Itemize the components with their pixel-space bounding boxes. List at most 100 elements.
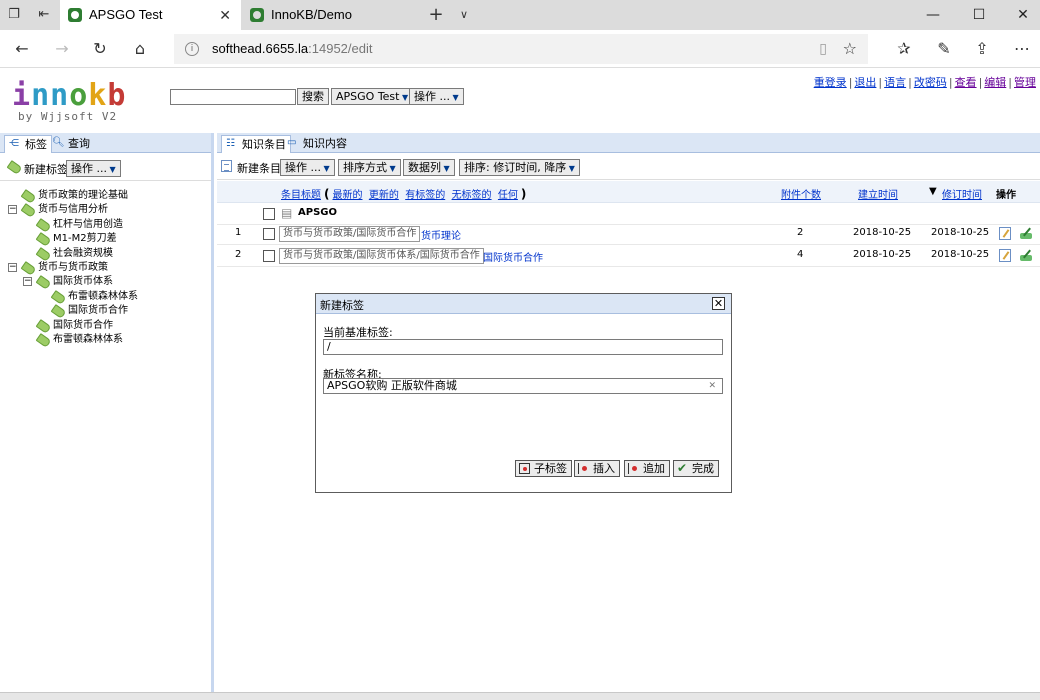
insert-icon (578, 463, 589, 474)
window-close-icon[interactable]: ✕ (1000, 0, 1040, 30)
group-checkbox[interactable] (263, 208, 275, 220)
row-checkbox[interactable] (263, 228, 275, 240)
forward-arrow-icon[interactable]: → (50, 38, 74, 60)
insert-button[interactable]: 插入 (574, 460, 620, 477)
group-row: ▤ APSGO (217, 203, 1040, 225)
row-checkbox[interactable] (263, 250, 275, 262)
innokb-favicon-icon (68, 8, 82, 22)
item-ops-select[interactable]: 操作 ... (280, 159, 335, 176)
share-icon[interactable]: ⇪ (970, 38, 994, 60)
clear-input-icon[interactable]: ✕ (708, 379, 716, 393)
sort-by-title-link[interactable]: 条目标题 (281, 190, 321, 201)
site-info-icon[interactable]: i (185, 42, 199, 56)
edit-item-icon[interactable] (999, 249, 1011, 262)
table-row[interactable]: 1 货币与货币政策/国际货币合作 货币理论 2 2018-10-25 2018-… (217, 223, 1040, 245)
view-link[interactable]: 查看 (955, 76, 977, 89)
filter-untagged-link[interactable]: 无标签的 (452, 190, 492, 201)
new-item-button[interactable]: 新建条目 (221, 160, 281, 176)
tag-icon (35, 275, 52, 290)
tab-tags[interactable]: ⋲ 标签 (4, 135, 52, 153)
browser-tab[interactable]: InnoKB/Demo (242, 0, 419, 30)
group-label: APSGO (298, 207, 337, 218)
tree-node-label: 货币与信用分析 (38, 204, 108, 215)
table-row[interactable]: 2 货币与货币政策/国际货币体系/国际货币合作 国际货币合作 4 2018-10… (217, 245, 1040, 267)
row-modified: 2018-10-25 (931, 227, 990, 238)
edit-link[interactable]: 编辑 (984, 76, 1006, 89)
tab-query[interactable]: 🔍︎ 查询 (48, 135, 94, 153)
favorite-star-icon[interactable]: ☆ (843, 39, 857, 58)
sort-mode-select[interactable]: 排序方式 (338, 159, 401, 176)
filter-newest-link[interactable]: 最新的 (332, 190, 362, 201)
new-tag-button[interactable]: 新建标签 (6, 160, 68, 177)
reading-view-icon[interactable]: ▯ (819, 41, 827, 57)
tree-collapse-toggle[interactable]: − (8, 205, 17, 214)
columns-select[interactable]: 数据列 (403, 159, 455, 176)
relogin-link[interactable]: 重登录 (814, 76, 847, 89)
tab-knowledge-content[interactable]: ▭ 知识内容 (283, 135, 351, 153)
append-button[interactable]: 追加 (624, 460, 670, 477)
new-tab-icon[interactable]: + (428, 6, 444, 24)
tree-node-label: 国际货币合作 (53, 320, 113, 331)
magnifier-icon: 🔍︎ (52, 137, 65, 148)
dialog-close-icon[interactable]: ✕ (712, 297, 725, 310)
dialog-title: 新建标签 (320, 299, 364, 312)
ops-select[interactable]: 操作 ... (409, 88, 464, 105)
row-attachments: 4 (797, 249, 804, 260)
favorites-hub-icon[interactable]: ✰ (892, 38, 916, 60)
done-button[interactable]: ✔ 完成 (673, 460, 719, 477)
edit-item-icon[interactable] (999, 227, 1011, 240)
page-icon: ▭ (287, 137, 297, 148)
close-tab-icon[interactable]: ✕ (219, 0, 231, 30)
new-tag-icon (6, 160, 23, 175)
web-note-pen-icon[interactable]: ✎ (932, 38, 956, 60)
language-link[interactable]: 语言 (884, 76, 906, 89)
browser-tab-active[interactable]: APSGO Test ✕ (60, 0, 241, 30)
row-title-link[interactable]: 货币理论 (421, 227, 461, 242)
left-panel: ⋲ 标签 🔍︎ 查询 新建标签 操作 ... 货币政策的理论基础 − 货币与信用分析… (0, 133, 214, 695)
filter-updated-link[interactable]: 更新的 (369, 190, 399, 201)
paren-open: ( (324, 187, 330, 201)
tab-knowledge-items[interactable]: ☷ 知识条目 (221, 135, 291, 153)
edit-tags-icon[interactable] (1020, 249, 1034, 262)
admin-link[interactable]: 管理 (1014, 76, 1036, 89)
sort-by-created-link[interactable]: 建立时间 (858, 186, 898, 201)
edit-tags-icon[interactable] (1020, 227, 1034, 240)
tree-collapse-toggle[interactable]: − (8, 263, 17, 272)
child-tag-button[interactable]: 子标签 (515, 460, 572, 477)
logout-link[interactable]: 退出 (854, 76, 876, 89)
refresh-icon[interactable]: ↻ (88, 38, 112, 60)
tab-title: APSGO Test (89, 7, 163, 22)
url-text[interactable]: softhead.6655.la:14952/edit (212, 35, 372, 63)
more-menu-icon[interactable]: ⋯ (1010, 38, 1034, 60)
tree-node-label: 货币与货币政策 (38, 262, 108, 273)
filter-any-link[interactable]: 任何 (498, 190, 518, 201)
tree-node-label: 社会融资规模 (53, 248, 113, 259)
back-arrow-icon[interactable]: ← (10, 38, 34, 60)
tab-list-chevron-down-icon[interactable]: ∨ (456, 7, 472, 23)
main-toolbar: 新建条目 操作 ... 排序方式 数据列 排序: 修订时间, 降序 (217, 154, 1040, 180)
search-button[interactable]: 搜索 (297, 88, 329, 105)
filter-tagged-link[interactable]: 有标签的 (405, 190, 445, 201)
tag-icon (35, 319, 52, 334)
sort-order-select[interactable]: 排序: 修订时间, 降序 (459, 159, 580, 176)
base-tag-field[interactable]: / (323, 339, 723, 355)
tag-icon (35, 247, 52, 262)
sort-by-attachments-link[interactable]: 附件个数 (781, 186, 821, 201)
left-panel-toolbar: 新建标签 操作 ... (0, 155, 211, 181)
tag-ops-select[interactable]: 操作 ... (66, 160, 121, 177)
restore-tabs-icon[interactable]: ⇤ (36, 7, 52, 23)
search-input[interactable] (170, 89, 296, 105)
sort-desc-arrow-icon: ▼ (929, 186, 937, 197)
row-title-link[interactable]: 国际货币合作 (483, 249, 543, 264)
tab-set-aside-icon[interactable]: ❐ (6, 7, 22, 23)
change-password-link[interactable]: 改密码 (914, 76, 947, 89)
minimize-icon[interactable]: — (910, 0, 956, 30)
maximize-icon[interactable]: ☐ (956, 0, 1002, 30)
home-icon[interactable]: ⌂ (128, 38, 152, 60)
base-tag-label: 当前基准标签: (323, 326, 393, 339)
sort-by-modified-link[interactable]: 修订时间 (942, 186, 982, 201)
address-bar[interactable]: i softhead.6655.la:14952/edit ▯ ☆ (174, 34, 868, 64)
tree-collapse-toggle[interactable]: − (23, 277, 32, 286)
kb-select[interactable]: APSGO Test (331, 88, 414, 105)
new-tag-name-input[interactable]: APSGO软购 正版软件商城 ✕ (323, 378, 723, 394)
